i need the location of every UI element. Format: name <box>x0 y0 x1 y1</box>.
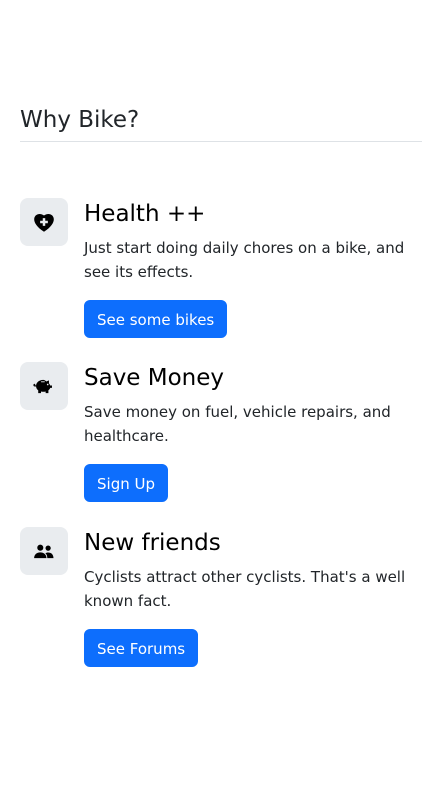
section-title: Why Bike? <box>20 107 140 133</box>
feature-body: Health ++ Just start doing daily chores … <box>84 198 422 338</box>
page: Why Bike? Health ++ Just start doing dai… <box>0 0 441 802</box>
feature-body: Save Money Save money on fuel, vehicle r… <box>84 362 422 502</box>
people-icon <box>20 527 68 575</box>
feature-description: Cyclists attract other cyclists. That's … <box>84 568 406 610</box>
feature-heading: Health ++ <box>84 201 206 227</box>
see-forums-button[interactable]: See Forums <box>84 629 199 667</box>
feature-body: New friends Cyclists attract other cycli… <box>84 527 422 667</box>
feature-heading: New friends <box>84 530 221 556</box>
piggy-bank-icon <box>20 362 68 410</box>
sign-up-button[interactable]: Sign Up <box>84 464 168 502</box>
feature-description: Save money on fuel, vehicle repairs, and… <box>84 403 391 445</box>
see-some-bikes-button[interactable]: See some bikes <box>84 300 228 338</box>
feature-description: Just start doing daily chores on a bike,… <box>84 239 405 281</box>
heart-plus-icon <box>20 198 68 246</box>
feature-heading: Save Money <box>84 365 225 391</box>
title-divider <box>20 141 422 142</box>
